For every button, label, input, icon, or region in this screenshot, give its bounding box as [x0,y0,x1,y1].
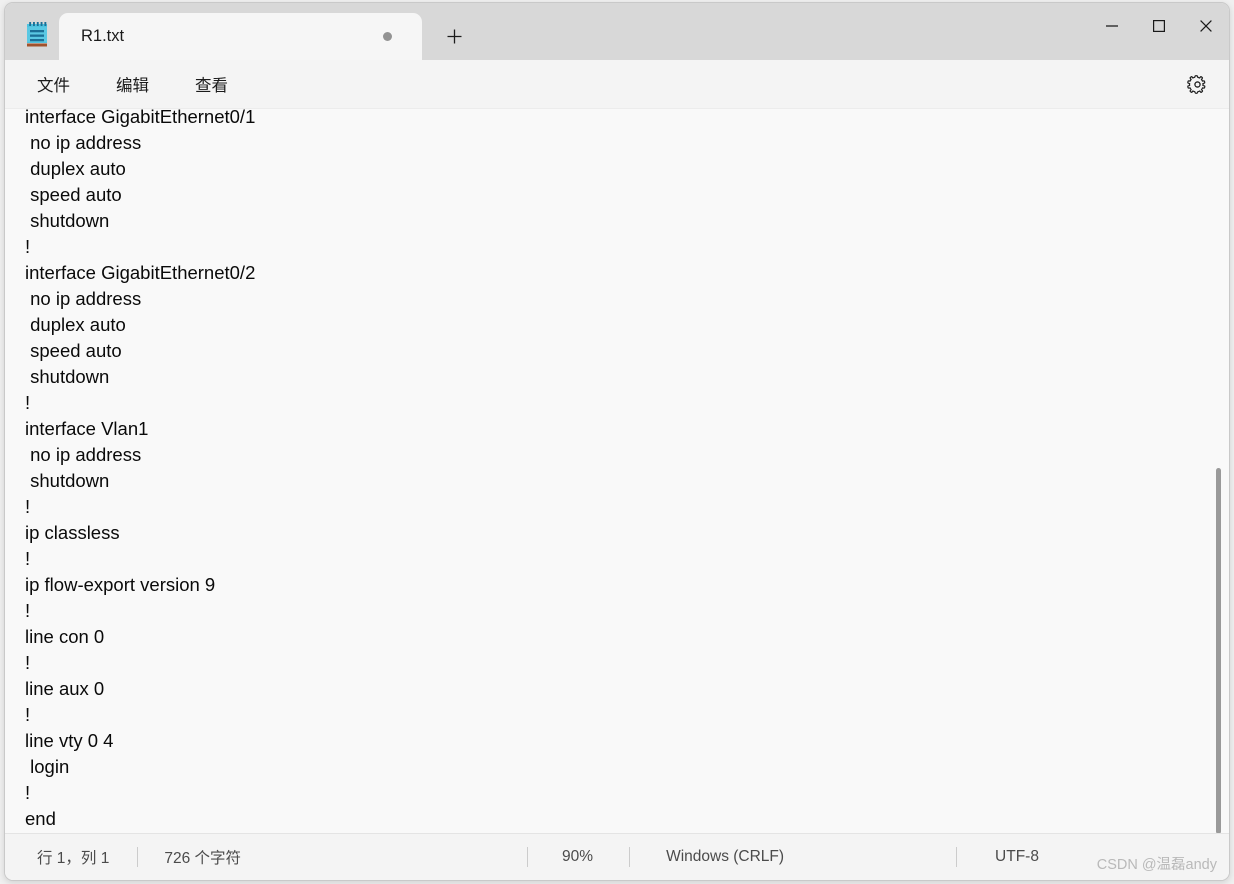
code-line: end [25,808,56,829]
code-line: login [25,756,70,777]
code-line: interface Vlan1 [25,418,149,439]
code-line: duplex auto [25,158,126,179]
gear-icon [1186,74,1205,94]
code-line: shutdown [25,210,110,231]
code-line: line vty 0 4 [25,730,114,751]
close-icon [1199,20,1212,32]
tab-title: R1.txt [81,27,125,45]
title-bar: R1.txt [5,3,1229,60]
code-line: ! [25,392,31,413]
code-line: ! [25,496,31,517]
code-line: shutdown [25,366,110,387]
code-line: interface GigabitEthernet0/2 [25,262,256,283]
code-line: interface GigabitEthernet0/1 [25,108,256,127]
notepad-icon [21,18,53,50]
settings-button[interactable] [1179,67,1215,101]
status-cursor-position[interactable]: 行 1，列 1 [37,834,109,880]
status-separator [629,847,631,867]
minimize-icon [1105,25,1118,27]
code-line: line aux 0 [25,678,105,699]
status-encoding[interactable]: UTF-8 [995,834,1039,880]
menu-bar: 文件 编辑 查看 [5,60,1229,108]
code-line: ip classless [25,522,120,543]
new-tab-button[interactable] [432,17,476,55]
close-button[interactable] [1182,3,1229,49]
status-separator [956,847,958,867]
menu-item-edit[interactable]: 编辑 [106,66,159,102]
menu-item-file[interactable]: 文件 [27,66,80,102]
unsaved-indicator-dot[interactable] [383,32,392,41]
code-line: ! [25,652,31,673]
plus-icon [447,29,461,43]
watermark: CSDN @温磊andy [1096,857,1217,873]
menu-item-view[interactable]: 查看 [185,66,238,102]
status-separator [527,847,529,867]
tab-r1-txt[interactable]: R1.txt [59,13,422,60]
code-line: duplex auto [25,314,126,335]
code-line: speed auto [25,340,122,361]
status-separator [137,847,139,867]
code-line: line con 0 [25,626,105,647]
code-line: ! [25,236,31,257]
status-character-count: 726 个字符 [164,850,242,867]
status-line-ending[interactable]: Windows (CRLF) [666,834,784,880]
tab-strip: R1.txt [59,3,476,60]
code-line: shutdown [25,470,110,491]
code-line: speed auto [25,184,122,205]
code-line: no ip address [25,444,142,465]
code-line: ! [25,782,31,803]
code-line: ip flow-export version 9 [25,574,216,595]
maximize-icon [1152,20,1165,33]
maximize-button[interactable] [1135,3,1182,49]
text-content[interactable]: interface GigabitEthernet0/1 no ip addre… [5,108,1229,833]
code-line: ! [25,548,31,569]
status-zoom-level[interactable]: 90% [562,834,593,880]
code-line: ! [25,704,31,725]
notepad-window: R1.txt 文件 编辑 查看 interface GigabitEtherne… [4,2,1230,881]
scrollbar-thumb[interactable] [1216,468,1221,833]
minimize-button[interactable] [1088,3,1135,49]
code-line: no ip address [25,132,142,153]
editor-area[interactable]: interface GigabitEthernet0/1 no ip addre… [5,108,1229,833]
code-line: no ip address [25,288,142,309]
window-controls [1088,3,1229,49]
code-line: ! [25,600,31,621]
status-bar: 行 1，列 1 726 个字符 90% Windows (CRLF) UTF-8… [5,833,1229,880]
vertical-scrollbar[interactable] [1211,109,1225,833]
